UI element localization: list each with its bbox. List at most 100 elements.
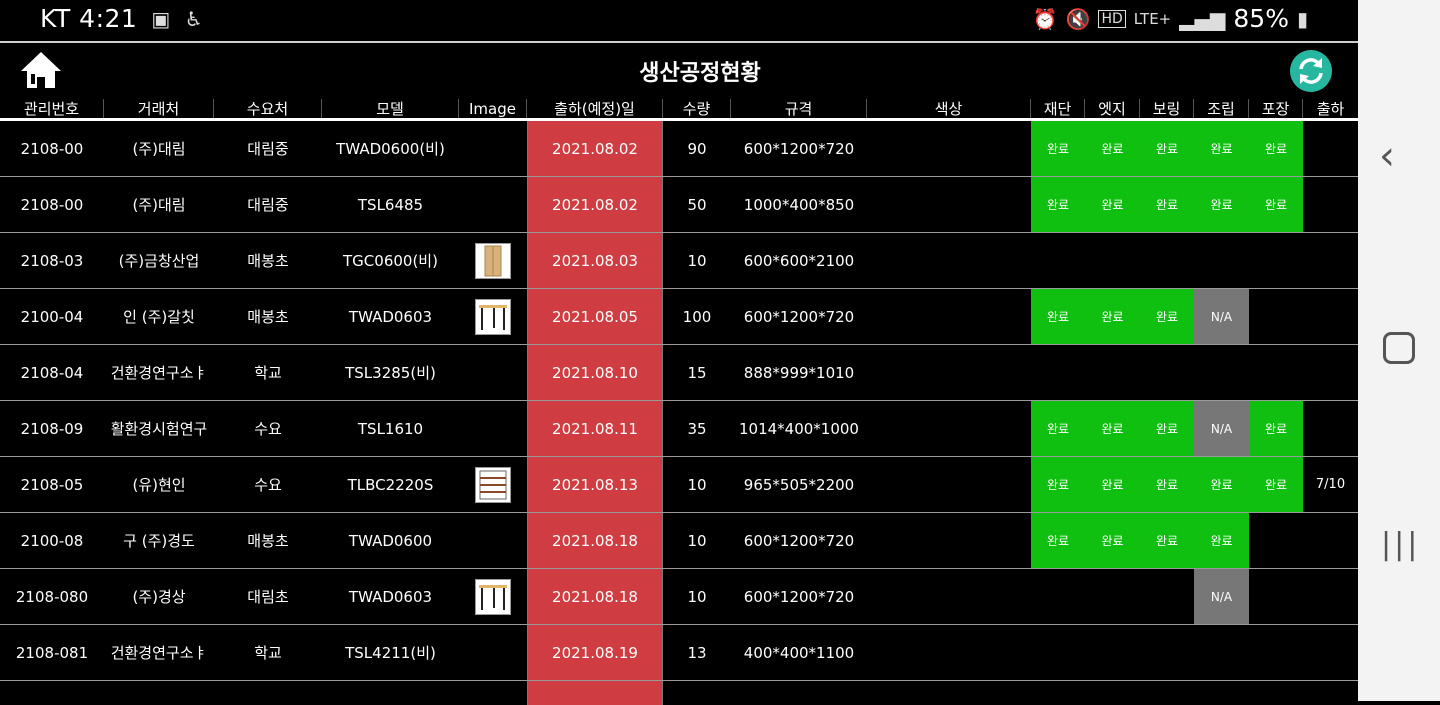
stage-cut	[1031, 569, 1085, 624]
row-spec: 1014*400*1000	[739, 419, 859, 438]
stage-packing: 완료	[1249, 457, 1303, 512]
row-demand: 수요	[254, 420, 282, 438]
stage-cut: 완료	[1031, 513, 1085, 568]
row-qty: 10	[687, 251, 707, 270]
col-header-model: 모델	[322, 99, 459, 119]
stage-edge	[1085, 233, 1140, 288]
stage-boring: 완료	[1140, 121, 1194, 176]
table-row[interactable]: 2108-00 (주)대림 대림중 TSL6485 2021.08.02 50 1000*4…	[0, 177, 1358, 233]
row-demand: 매봉초	[247, 252, 289, 270]
row-qty: 10	[687, 587, 707, 606]
stage-shipping	[1303, 513, 1358, 568]
row-model: TSL3285(비)	[345, 364, 436, 382]
back-icon[interactable]: ‹	[1379, 133, 1395, 179]
stage-edge: 완료	[1085, 121, 1140, 176]
stage-assembly: N/A	[1194, 569, 1249, 624]
row-image	[459, 457, 527, 512]
stage-assembly: 완료	[1194, 457, 1249, 512]
stage-edge: 완료	[1085, 513, 1140, 568]
col-header-client: 거래처	[104, 99, 214, 119]
table-row[interactable]: 2100-04 인 (주)갈칫 매봉초 TWAD0603 2021.08.05 100 60…	[0, 289, 1358, 345]
carrier-time: KT 4:21	[40, 4, 138, 33]
stage-cut: 완료	[1031, 401, 1085, 456]
row-model: TSL1610	[357, 419, 424, 438]
row-image	[459, 121, 527, 176]
row-id: 2100-08	[20, 531, 84, 550]
product-thumbnail[interactable]	[475, 466, 511, 503]
row-color	[867, 401, 1031, 456]
table-row[interactable]: 2108-081 건환경연구소ㅑ 학교 TSL4211(비) 2021.08.19 13 4…	[0, 625, 1358, 681]
row-qty: 90	[687, 139, 707, 158]
row-demand: 수요	[254, 476, 282, 494]
battery-icon: ▮	[1296, 6, 1308, 31]
row-demand: 대림중	[247, 196, 289, 214]
table-row[interactable]: 2108-09 활환경시험연구 수요 TSL1610 2021.08.11 35 1014*…	[0, 401, 1358, 457]
row-image	[459, 569, 527, 624]
table-row[interactable]: 2108-00 (주)대림 대림중 TWAD0600(비) 2021.08.02 90 60…	[0, 121, 1358, 177]
network-type: LTE+	[1133, 9, 1172, 28]
table-row[interactable]: 2108-05 (유)현인 수요 TLBC2220S 2021.08.13 10 965*5…	[0, 457, 1358, 513]
stage-packing	[1249, 289, 1303, 344]
row-date: 2021.08.18	[527, 569, 663, 624]
stage-boring: 완료	[1140, 401, 1194, 456]
product-thumbnail[interactable]	[475, 298, 511, 335]
col-header-cut: 재단	[1031, 99, 1085, 119]
table-row[interactable]: 2108-04 건환경연구소ㅑ 학교 TSL3285(비) 2021.08.10 15 88…	[0, 345, 1358, 401]
stage-edge	[1085, 569, 1140, 624]
row-model: TSL4211(비)	[345, 644, 436, 662]
home-nav-icon[interactable]	[1383, 332, 1415, 364]
table-row[interactable]: 2108-080 (주)경상 대림초 TWAD0603 2021.08.18 10 600*…	[0, 569, 1358, 625]
row-demand: 학교	[254, 644, 282, 662]
row-image	[459, 625, 527, 680]
table-body: 2108-00 (주)대림 대림중 TWAD0600(비) 2021.08.02 90 60…	[0, 121, 1358, 705]
recent-apps-icon[interactable]: |||	[1381, 527, 1420, 562]
accessibility-icon: ♿	[184, 6, 204, 31]
alarm-icon: ⏰	[1032, 6, 1058, 31]
product-thumbnail[interactable]	[475, 578, 511, 615]
row-color	[867, 625, 1031, 680]
battery-level: 85%	[1233, 4, 1289, 33]
row-client: (주)대림	[132, 196, 186, 214]
row-qty: 50	[687, 195, 707, 214]
row-color	[867, 177, 1031, 232]
image-icon: ▣	[151, 6, 171, 31]
stage-shipping	[1303, 625, 1358, 680]
stage-edge: 완료	[1085, 401, 1140, 456]
row-id: 2108-03	[20, 251, 84, 270]
stage-packing	[1249, 625, 1303, 680]
stage-edge: 완료	[1085, 289, 1140, 344]
stage-cut: 완료	[1031, 177, 1085, 232]
row-spec: 400*400*1100	[743, 643, 855, 662]
stage-boring: 완료	[1140, 513, 1194, 568]
android-nav-bar: ‹ |||	[1358, 0, 1440, 701]
status-bar: KT 4:21 ▣ ♿ ⏰ 🔇 HD LTE+ ▂▄▆ 85% ▮	[0, 0, 1358, 41]
stage-shipping	[1303, 121, 1358, 176]
stage-packing: 완료	[1249, 177, 1303, 232]
row-demand: 매봉초	[247, 308, 289, 326]
row-client: (유)현인	[132, 476, 186, 494]
row-date: 2021.08.10	[527, 345, 663, 400]
row-id: 2108-09	[20, 419, 84, 438]
stage-packing	[1249, 569, 1303, 624]
row-demand: 학교	[254, 364, 282, 382]
row-color	[867, 457, 1031, 512]
row-model: TWAD0603	[348, 587, 433, 606]
row-id: 2108-00	[20, 195, 84, 214]
row-qty: 15	[687, 363, 707, 382]
stage-assembly	[1194, 233, 1249, 288]
page-title: 생산공정현황	[639, 61, 761, 86]
col-header-demand: 수요처	[214, 99, 322, 119]
row-client: (주)대림	[132, 140, 186, 158]
signal-icon: ▂▄▆	[1179, 6, 1226, 31]
product-thumbnail[interactable]	[475, 242, 511, 279]
row-id: 2108-04	[20, 363, 84, 382]
refresh-icon[interactable]	[1290, 50, 1332, 92]
table-row[interactable]: 2108-03 (주)금창산업 매봉초 TGC0600(비) 2021.08.03 10 6…	[0, 233, 1358, 289]
table-row[interactable]: 2100-08 구 (주)경도 매봉초 TWAD0600 2021.08.18 10 600…	[0, 513, 1358, 569]
row-color	[867, 289, 1031, 344]
status-left: KT 4:21 ▣ ♿	[40, 4, 203, 33]
stage-shipping	[1303, 569, 1358, 624]
row-date	[527, 681, 663, 705]
stage-assembly	[1194, 345, 1249, 400]
row-date: 2021.08.19	[527, 625, 663, 680]
